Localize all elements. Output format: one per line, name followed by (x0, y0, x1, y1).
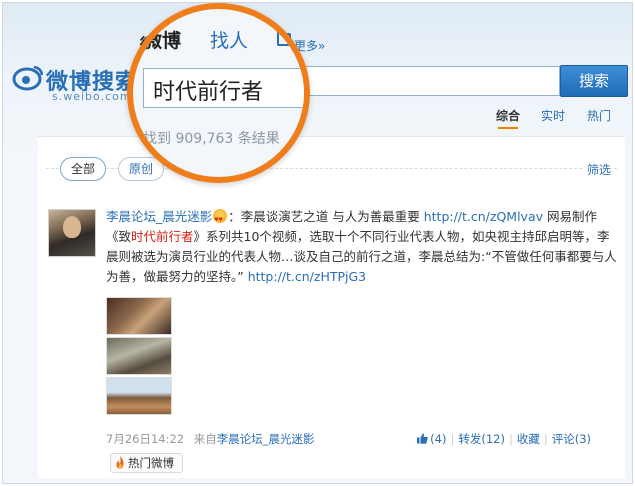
filter-link[interactable]: 筛选 (582, 161, 611, 178)
search-query-text: 时代前行者 (153, 80, 264, 105)
results-panel: 全部 原创 筛选 李晨论坛_晨光迷影：李晨谈演艺之道 与人为善最重要 http:… (38, 136, 625, 478)
comment-link[interactable]: 评论(3) (552, 432, 591, 446)
post-thumbnails (106, 297, 172, 417)
logo-url: s.weibo.com (52, 90, 132, 103)
post-author-link[interactable]: 李晨论坛_晨光迷影 (106, 209, 212, 224)
filter-all-button[interactable]: 全部 (60, 157, 107, 181)
result-count: 找到 909,763 条结果 (143, 131, 280, 147)
hot-weibo-tag[interactable]: 热门微博 (110, 453, 183, 473)
post-keyword-highlight: 时代前行者 (131, 229, 194, 244)
post-source-prefix: 来自 (193, 432, 217, 446)
post-actions: (4) | 转发(12) | 收藏 | 评论(3) (417, 431, 591, 447)
avatar[interactable] (48, 209, 96, 257)
magnified-search-box[interactable]: 时代前行者 (143, 68, 304, 108)
post-text: 李晨论坛_晨光迷影 ：李晨谈演艺之道 与人为善最重要 http://t.cn/zQ… (106, 207, 621, 287)
post-meta: 7月26日14:22 来自李晨论坛_晨光迷影 (106, 431, 315, 447)
magnified-content: 微博 找人 更多» 时代前行者 找到 909,763 条结果 (133, 9, 304, 177)
fire-icon (116, 456, 124, 469)
magnified-nav-weibo: 微博 (143, 30, 182, 52)
magnifier-overlay: 微博 找人 更多» 时代前行者 找到 909,763 条结果 (127, 3, 310, 183)
post-source-link[interactable]: 李晨论坛_晨光迷影 (217, 432, 315, 446)
post-time[interactable]: 7月26日14:22 (106, 432, 184, 446)
tab-hot[interactable]: 热门 (587, 107, 611, 124)
post-link-2[interactable]: http://t.cn/zHTPjG3 (248, 269, 366, 284)
post-text-part-1: ：李晨谈演艺之道 与人为善最重要 (228, 209, 424, 224)
post-thumbnail[interactable] (106, 297, 172, 335)
weibo-eye-icon (12, 65, 44, 91)
magnified-more-icon (277, 30, 293, 46)
favorite-link[interactable]: 收藏 (517, 432, 540, 446)
tab-realtime[interactable]: 实时 (541, 107, 565, 124)
top-nav: 微博 找人 更多» (0, 25, 635, 56)
repost-link[interactable]: 转发(12) (458, 432, 505, 446)
search-button[interactable]: 搜索 (560, 65, 628, 97)
post-thumbnail[interactable] (106, 377, 172, 415)
post-thumbnail[interactable] (106, 337, 172, 375)
thumbs-up-icon[interactable] (417, 433, 428, 444)
heart-eyes-emoji-icon (213, 209, 228, 230)
tab-all[interactable]: 综合 (496, 107, 520, 129)
hot-weibo-label: 热门微博 (128, 456, 174, 470)
post-link-1[interactable]: http://t.cn/zQMlvav (424, 209, 543, 224)
like-count[interactable]: (4) (430, 432, 446, 446)
weibo-search-logo[interactable]: 微博搜索 s.weibo.com (12, 62, 142, 103)
magnified-nav-find-people: 找人 (210, 30, 249, 52)
